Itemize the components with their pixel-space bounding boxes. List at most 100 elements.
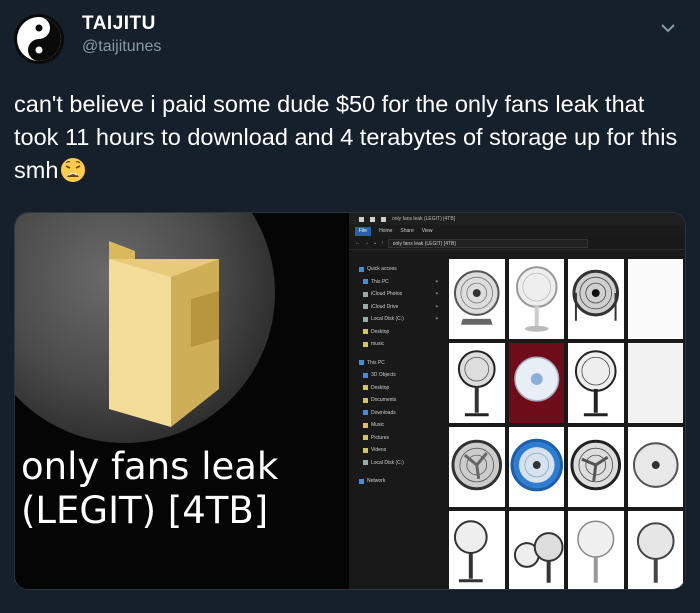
folder-icon	[363, 329, 368, 335]
fan-thumbnail[interactable]	[449, 259, 505, 339]
network-icon	[359, 478, 364, 484]
nav-item-label: Local Disk (C:)	[371, 316, 404, 323]
fan-thumbnail[interactable]	[568, 427, 624, 507]
nav-item-icloud-drive[interactable]: iCloud Drive ✦	[359, 301, 443, 314]
folder-label: only fans leak (LEGIT) [4TB]	[21, 445, 343, 533]
author-handle[interactable]: @taijitunes	[82, 38, 161, 56]
fan-thumbnail[interactable]	[508, 259, 564, 339]
pin-icon: ✦	[434, 303, 439, 310]
tab-view[interactable]: View	[422, 228, 433, 234]
folder-icon	[363, 397, 368, 403]
nav-item-label: Desktop	[371, 328, 390, 335]
window-icon	[359, 216, 364, 222]
folder-icon	[363, 447, 368, 453]
folder-label-line2: (LEGIT) [4TB]	[21, 489, 269, 532]
nav-item-label: Quick access	[367, 266, 397, 273]
star-icon	[359, 266, 364, 272]
cloud-icon	[363, 291, 368, 297]
tab-home[interactable]: Home	[379, 228, 392, 234]
nav-item-downloads[interactable]: Downloads	[359, 407, 443, 420]
nav-item-label: iCloud Photos	[371, 291, 403, 298]
explorer-titlebar: only fans leak (LEGIT) [4TB]	[349, 213, 685, 225]
nav-item-label: Desktop	[371, 384, 390, 391]
quick-save-icon[interactable]	[370, 216, 375, 222]
fan-thumbnail[interactable]	[449, 343, 505, 423]
nav-item-local-disk-2[interactable]: Local Disk (C:)	[359, 457, 443, 470]
author-name[interactable]: TAIJITU	[82, 13, 156, 35]
file-explorer-window: only fans leak (LEGIT) [4TB] File Home S…	[349, 213, 685, 589]
ribbon-tabs: File Home Share View	[349, 225, 685, 237]
address-row: ← → ⌄ ↑ only fans leak (LEGIT) [4TB]	[349, 237, 685, 250]
yin-yang-icon	[17, 17, 61, 61]
nav-item-label: This PC	[367, 359, 385, 366]
tweet-body: can't believe i paid some dude $50 for t…	[14, 91, 678, 183]
folder-thumbnail: only fans leak (LEGIT) [4TB]	[15, 213, 347, 589]
nav-item-quick-access[interactable]: Quick access	[359, 263, 443, 276]
folder-icon	[101, 239, 241, 434]
fan-thumbnail[interactable]	[449, 511, 505, 589]
fan-thumbnail[interactable]	[568, 259, 624, 339]
thumbnail-grid	[445, 255, 685, 589]
forward-arrow-icon[interactable]: →	[364, 240, 369, 246]
chevron-down-icon[interactable]: ⌄	[373, 240, 377, 246]
nav-item-this-pc-2[interactable]: This PC	[359, 357, 443, 370]
nav-item-icloud-photos[interactable]: iCloud Photos ✦	[359, 288, 443, 301]
folder-icon	[363, 435, 368, 441]
pin-icon: ✦	[434, 278, 439, 285]
nav-item-music-2[interactable]: Music	[359, 419, 443, 432]
fan-thumbnail[interactable]	[449, 427, 505, 507]
nav-item-desktop[interactable]: Desktop	[359, 326, 443, 339]
fan-thumbnail[interactable]	[627, 259, 683, 339]
fan-thumbnail[interactable]	[508, 343, 564, 423]
nav-item-videos[interactable]: Videos	[359, 444, 443, 457]
explorer-title: only fans leak (LEGIT) [4TB]	[392, 216, 456, 222]
nav-item-label: Pictures	[371, 434, 390, 441]
folder-label-line1: only fans leak	[21, 445, 279, 488]
nav-item-label: Videos	[371, 447, 387, 454]
folder-icon	[363, 372, 368, 378]
chevron-down-icon[interactable]	[658, 18, 678, 38]
nav-item-this-pc[interactable]: This PC ✦	[359, 276, 443, 289]
author-avatar[interactable]	[14, 14, 64, 64]
folder-icon	[363, 341, 368, 347]
nav-item-label: Downloads	[371, 409, 396, 416]
folder-icon[interactable]	[381, 216, 386, 222]
nav-item-local-disk[interactable]: Local Disk (C:) ✦	[359, 313, 443, 326]
fan-thumbnail[interactable]	[627, 427, 683, 507]
nav-item-label: Documents	[371, 397, 397, 404]
back-arrow-icon[interactable]: ←	[355, 240, 360, 246]
nav-item-network[interactable]: Network	[359, 475, 443, 488]
fan-thumbnail[interactable]	[508, 427, 564, 507]
tab-file[interactable]: File	[355, 226, 372, 236]
nav-item-3d-objects[interactable]: 3D Objects	[359, 369, 443, 382]
nav-item-label: Local Disk (C:)	[371, 459, 404, 466]
tab-share[interactable]: Share	[400, 228, 413, 234]
nav-item-pictures[interactable]: Pictures	[359, 432, 443, 445]
fan-thumbnail[interactable]	[627, 343, 683, 423]
disk-icon	[363, 460, 368, 466]
nav-item-music[interactable]: music	[359, 338, 443, 351]
cloud-icon	[363, 304, 368, 310]
nav-item-label: iCloud Drive	[371, 303, 399, 310]
nav-item-label: Network	[367, 478, 386, 485]
folder-icon	[363, 410, 368, 416]
fan-thumbnail[interactable]	[508, 511, 564, 589]
fan-thumbnail[interactable]	[568, 511, 624, 589]
tweet-text: can't believe i paid some dude $50 for t…	[14, 88, 686, 187]
folder-icon	[363, 385, 368, 391]
nav-item-label: This PC	[371, 278, 389, 285]
nav-item-label: music	[371, 341, 385, 348]
pin-icon: ✦	[434, 316, 439, 323]
fan-thumbnail[interactable]	[627, 511, 683, 589]
disk-icon	[363, 316, 368, 322]
up-arrow-icon[interactable]: ↑	[381, 240, 384, 246]
nav-item-documents[interactable]: Documents	[359, 394, 443, 407]
address-bar[interactable]: only fans leak (LEGIT) [4TB]	[387, 238, 588, 248]
folder-icon	[363, 422, 368, 428]
nav-item-desktop-2[interactable]: Desktop	[359, 382, 443, 395]
nav-item-label: Music	[371, 422, 385, 429]
weary-face-icon	[60, 157, 86, 183]
tweet-media[interactable]: only fans leak (LEGIT) [4TB] only fans l…	[14, 212, 686, 590]
fan-thumbnail[interactable]	[568, 343, 624, 423]
pc-icon	[363, 279, 368, 285]
